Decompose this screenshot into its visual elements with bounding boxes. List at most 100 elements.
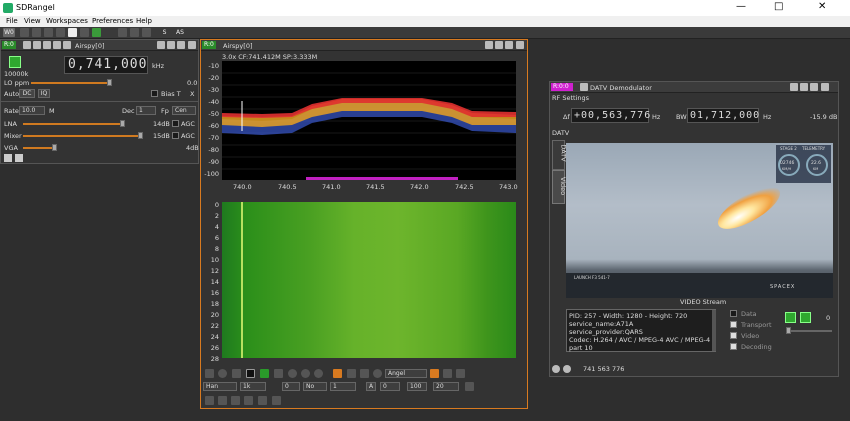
move-icon[interactable] [495, 41, 503, 49]
fft-window-select[interactable]: Han [203, 382, 237, 391]
vga-gain-slider-handle[interactable] [52, 144, 57, 151]
center-frequency-display[interactable]: 0,741,000 [64, 56, 148, 74]
video-checkbox[interactable] [730, 332, 737, 339]
mixer-gain-slider-handle[interactable] [138, 132, 143, 139]
fft-size-select[interactable]: 1k [240, 382, 266, 391]
maximize-icon[interactable] [810, 83, 818, 91]
stack-subwindows-button[interactable]: S [160, 28, 169, 37]
mixer-agc-checkbox[interactable] [172, 132, 179, 139]
grid-icon[interactable] [205, 369, 214, 378]
trace-icon[interactable] [333, 369, 342, 378]
tab-video[interactable]: Video [552, 170, 567, 204]
color-icon[interactable] [246, 369, 255, 378]
palette-icon[interactable] [373, 369, 382, 378]
hide-icon[interactable] [821, 83, 829, 91]
vga-gain-slider[interactable] [23, 147, 55, 149]
device-tree-icon[interactable] [15, 154, 23, 162]
arrange-icon[interactable] [142, 28, 151, 37]
max-value-spinbox[interactable]: 100 [407, 382, 427, 391]
volume-slider-handle[interactable] [786, 327, 791, 334]
stream-info-box[interactable]: PID: 257 - Width: 1280 - Height: 720 ser… [566, 309, 716, 352]
edit-icon[interactable] [258, 396, 267, 405]
settings-icon[interactable] [53, 41, 61, 49]
measure-icon[interactable] [231, 396, 240, 405]
help-icon[interactable] [790, 83, 798, 91]
min-value-spinbox[interactable]: 0 [380, 382, 400, 391]
close-icon[interactable] [188, 41, 196, 49]
windows-icon[interactable] [130, 28, 139, 37]
scrollbar[interactable] [712, 310, 716, 351]
gear-icon[interactable] [23, 41, 31, 49]
curve-icon[interactable] [465, 382, 474, 391]
waterfall-icon[interactable] [260, 369, 269, 378]
video-display[interactable]: STAGE 2 TELEMETRY 02746 KM/H 22.6 KM LAU… [566, 143, 833, 298]
volume-slider[interactable] [786, 330, 832, 332]
grid-toggle-icon[interactable] [430, 369, 439, 378]
lo-ppm-slider-handle[interactable] [107, 79, 112, 86]
menu-preferences[interactable]: Preferences [92, 17, 133, 25]
frequency-shift-display[interactable]: +00,563,776 [571, 108, 650, 123]
minimize-button[interactable]: — [736, 1, 746, 12]
start-icon[interactable] [92, 28, 101, 37]
tab-datv[interactable]: DATV [552, 140, 568, 170]
waterfall-plot[interactable] [222, 202, 516, 358]
range-spinbox[interactable]: 20 [433, 382, 459, 391]
clear-icon[interactable] [218, 369, 227, 378]
tile-icon[interactable] [80, 28, 89, 37]
pin-icon[interactable] [272, 396, 281, 405]
target-icon[interactable] [244, 396, 253, 405]
device-icon[interactable] [63, 41, 71, 49]
move-icon[interactable] [167, 41, 175, 49]
lna-gain-slider[interactable] [23, 123, 123, 125]
bias-tee-checkbox[interactable] [151, 90, 158, 97]
data-checkbox[interactable] [730, 310, 737, 317]
spectrum-plot[interactable] [222, 61, 516, 180]
menu-view[interactable]: View [24, 17, 41, 25]
save-icon[interactable] [218, 396, 227, 405]
maximize-button[interactable]: □ [774, 1, 783, 12]
audio-mute-button[interactable] [800, 312, 811, 323]
move-icon[interactable] [800, 83, 808, 91]
lo-ppm-slider[interactable] [31, 82, 109, 84]
close-window-button[interactable]: ✕ [818, 1, 826, 12]
decoding-checkbox[interactable] [730, 343, 737, 350]
average-icon[interactable] [301, 369, 310, 378]
rate-select[interactable]: 10.0 [19, 106, 45, 115]
pause-icon[interactable] [205, 396, 214, 405]
current-icon[interactable] [314, 369, 323, 378]
add-tx-icon[interactable] [44, 28, 53, 37]
gear-icon[interactable] [580, 83, 588, 91]
maximize-icon[interactable] [177, 41, 185, 49]
menu-workspaces[interactable]: Workspaces [46, 17, 88, 25]
fill-icon[interactable] [347, 369, 356, 378]
menu-help[interactable]: Help [136, 17, 152, 25]
lna-agc-checkbox[interactable] [172, 120, 179, 127]
help-icon[interactable] [157, 41, 165, 49]
reload-icon[interactable] [43, 41, 51, 49]
averaging-mode-select[interactable]: No [303, 382, 327, 391]
play-button[interactable] [9, 56, 21, 68]
rf-settings-header[interactable]: RF Settings [552, 94, 589, 102]
settings-icon[interactable] [443, 369, 452, 378]
iq-correction-button[interactable]: IQ [38, 89, 50, 98]
video-play-button[interactable] [785, 312, 796, 323]
transport-checkbox[interactable] [730, 321, 737, 328]
max-hold-icon[interactable] [288, 369, 297, 378]
auto-stack-button[interactable]: AS [174, 28, 186, 37]
auto-scale-button[interactable]: A [366, 382, 376, 391]
antenna-icon[interactable] [274, 369, 283, 378]
stack-icon[interactable] [118, 28, 127, 37]
decimation-select[interactable]: 1 [136, 106, 156, 115]
fc-position-select[interactable]: Cen [172, 106, 196, 115]
freeze-icon[interactable] [232, 369, 241, 378]
cascade-icon[interactable] [68, 28, 77, 37]
help-icon[interactable] [485, 41, 493, 49]
trophy-icon[interactable] [456, 369, 465, 378]
bandwidth-display[interactable]: 01,712,000 [687, 108, 759, 123]
link-icon[interactable] [552, 365, 560, 373]
sliders-icon[interactable] [33, 41, 41, 49]
channel-marker[interactable] [306, 177, 458, 180]
palette-select[interactable]: Angel [385, 369, 427, 378]
maximize-icon[interactable] [505, 41, 513, 49]
add-rx-icon[interactable] [20, 28, 29, 37]
